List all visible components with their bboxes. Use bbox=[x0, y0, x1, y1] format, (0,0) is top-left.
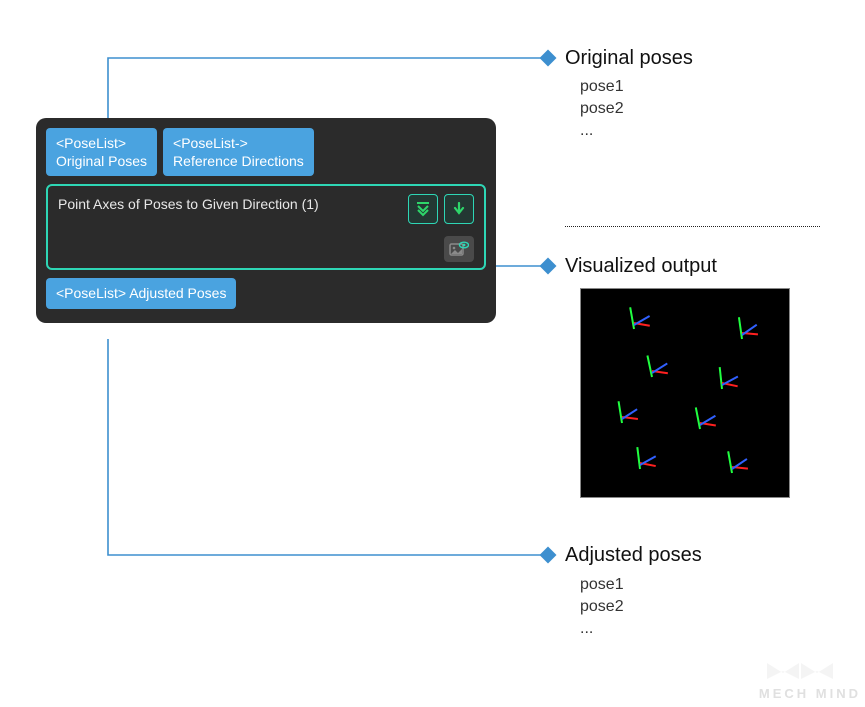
eye-image-icon bbox=[449, 241, 469, 257]
callout-original-list: pose1 pose2 ... bbox=[580, 78, 624, 144]
list-item: ... bbox=[580, 620, 624, 638]
tab-label: Reference Directions bbox=[173, 152, 304, 170]
tab-type: <PoseList> bbox=[56, 134, 147, 152]
list-item: pose1 bbox=[580, 78, 624, 96]
watermark-logo-icon bbox=[765, 661, 835, 681]
node-panel: <PoseList> Original Poses <PoseList-> Re… bbox=[36, 118, 496, 323]
divider bbox=[565, 226, 820, 227]
double-chevron-down-icon bbox=[415, 201, 431, 217]
download-button[interactable] bbox=[444, 194, 474, 224]
tab-label: Adjusted Poses bbox=[129, 285, 226, 301]
arrow-down-icon bbox=[452, 202, 466, 216]
tab-type: <PoseList-> bbox=[173, 134, 304, 152]
tab-type: <PoseList> bbox=[56, 285, 126, 301]
tab-label: Original Poses bbox=[56, 152, 147, 170]
callout-visualized-title: Visualized output bbox=[565, 255, 717, 278]
input-tab-original-poses[interactable]: <PoseList> Original Poses bbox=[46, 128, 157, 176]
list-item: pose1 bbox=[580, 576, 624, 594]
list-item: pose2 bbox=[580, 100, 624, 118]
callout-adjusted-title: Adjusted poses bbox=[565, 544, 702, 567]
input-tab-row: <PoseList> Original Poses <PoseList-> Re… bbox=[46, 128, 486, 176]
callout-original-title: Original poses bbox=[565, 47, 693, 70]
list-item: pose2 bbox=[580, 598, 624, 616]
callout-adjusted-list: pose1 pose2 ... bbox=[580, 576, 624, 642]
input-tab-reference-directions[interactable]: <PoseList-> Reference Directions bbox=[163, 128, 314, 176]
collapse-all-button[interactable] bbox=[408, 194, 438, 224]
visualize-button[interactable] bbox=[444, 236, 474, 262]
diamond-icon bbox=[540, 258, 557, 275]
watermark-text: MECH MIND bbox=[759, 686, 861, 701]
node-main-box[interactable]: Point Axes of Poses to Given Direction (… bbox=[46, 184, 486, 270]
diamond-icon bbox=[540, 50, 557, 67]
output-tab-adjusted-poses[interactable]: <PoseList> Adjusted Poses bbox=[46, 278, 236, 308]
diamond-icon bbox=[540, 547, 557, 564]
visualized-output-image bbox=[580, 288, 790, 498]
list-item: ... bbox=[580, 122, 624, 140]
